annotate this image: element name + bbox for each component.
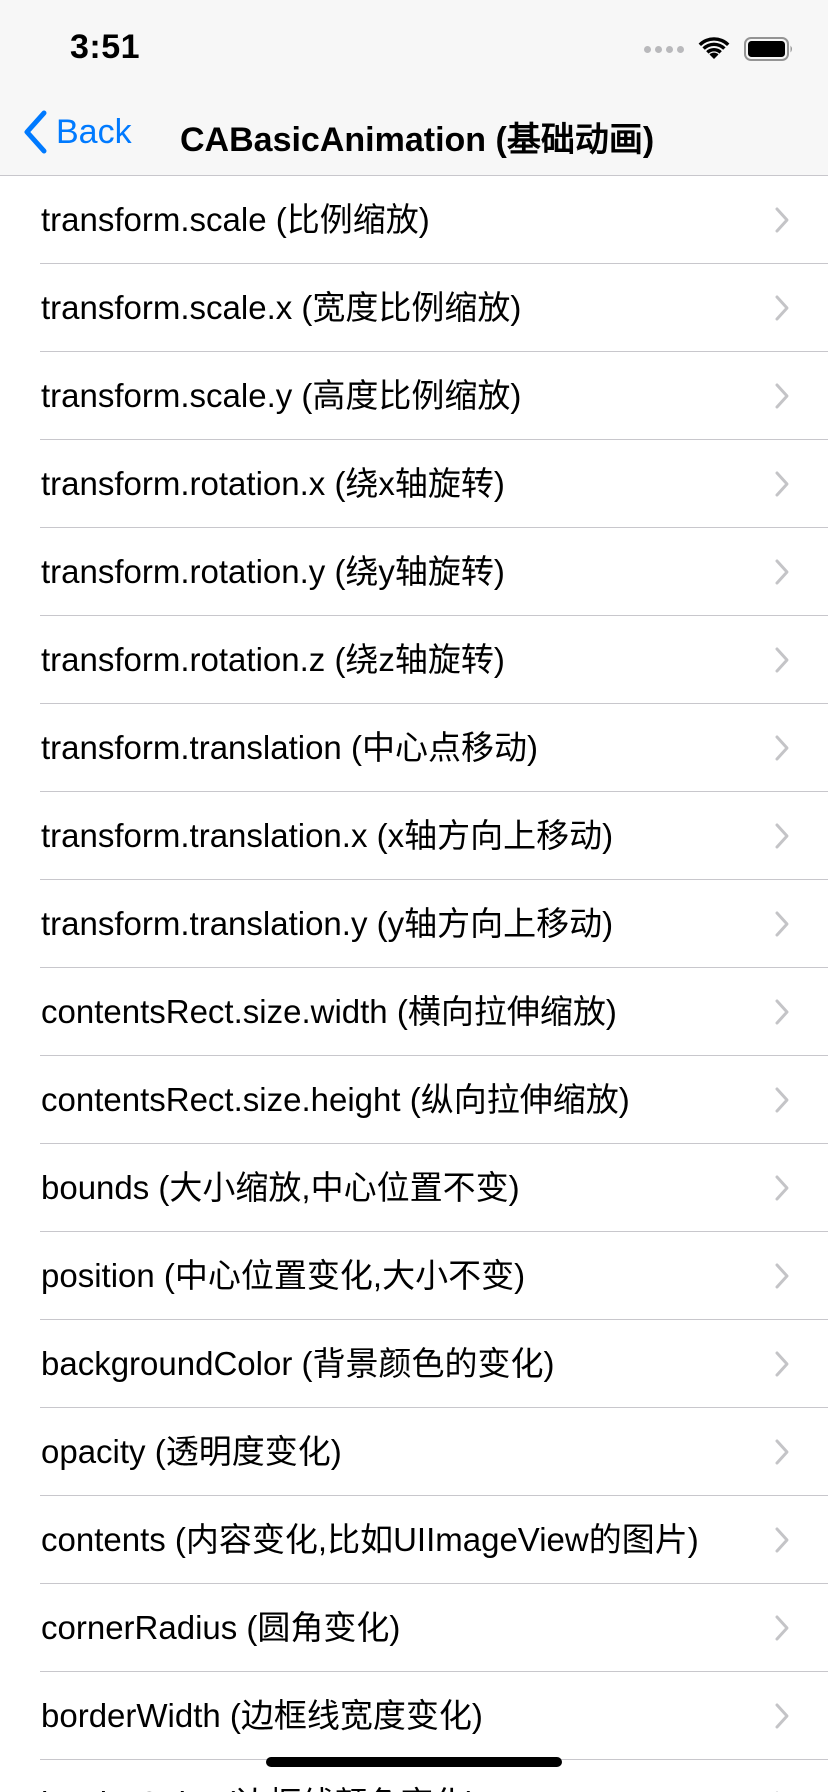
back-button[interactable]: Back	[22, 106, 132, 158]
chevron-left-icon	[24, 110, 47, 154]
list-item[interactable]: transform.scale (比例缩放)	[0, 176, 828, 264]
list-item[interactable]: transform.rotation.z (绕z轴旋转)	[0, 616, 828, 704]
chevron-right-icon	[775, 1439, 789, 1465]
list-item-label: transform.translation.x (x轴方向上移动)	[41, 817, 614, 854]
list-item-label: transform.scale.x (宽度比例缩放)	[41, 289, 522, 326]
list-item[interactable]: contents (内容变化,比如UIImageView的图片)	[0, 1496, 828, 1584]
status-time: 3:51	[70, 28, 141, 66]
chevron-right-icon	[775, 559, 789, 585]
list-item[interactable]: transform.translation (中心点移动)	[0, 704, 828, 792]
list-item-label: transform.scale.y (高度比例缩放)	[41, 377, 522, 414]
chevron-right-icon	[775, 1351, 789, 1377]
list-item[interactable]: contentsRect.size.height (纵向拉伸缩放)	[0, 1056, 828, 1144]
status-icons	[644, 34, 794, 64]
list-item[interactable]: transform.translation.x (x轴方向上移动)	[0, 792, 828, 880]
list-item[interactable]: contentsRect.size.width (横向拉伸缩放)	[0, 968, 828, 1056]
list-item-label: borderWidth (边框线宽度变化)	[41, 1697, 483, 1734]
chevron-right-icon	[775, 999, 789, 1025]
list-item-label: backgroundColor (背景颜色的变化)	[41, 1345, 555, 1382]
list-item-label: transform.rotation.x (绕x轴旋转)	[41, 465, 505, 502]
list-item-label: contentsRect.size.width (横向拉伸缩放)	[41, 993, 617, 1030]
chevron-right-icon	[775, 1615, 789, 1641]
signal-dots-icon	[644, 45, 684, 53]
chevron-right-icon	[775, 647, 789, 673]
wifi-icon	[698, 37, 730, 59]
list-item-label: cornerRadius (圆角变化)	[41, 1609, 401, 1646]
list-item-label: transform.rotation.y (绕y轴旋转)	[41, 553, 505, 590]
chevron-right-icon	[775, 471, 789, 497]
chevron-right-icon	[775, 1527, 789, 1553]
chevron-right-icon	[775, 1087, 789, 1113]
list-item-label: opacity (透明度变化)	[41, 1433, 342, 1470]
list-item-label: bounds (大小缩放,中心位置不变)	[41, 1169, 520, 1206]
list-item[interactable]: cornerRadius (圆角变化)	[0, 1584, 828, 1672]
chevron-right-icon	[775, 1703, 789, 1729]
chevron-right-icon	[775, 1263, 789, 1289]
chevron-right-icon	[775, 383, 789, 409]
list-item[interactable]: position (中心位置变化,大小不变)	[0, 1232, 828, 1320]
home-indicator[interactable]	[266, 1757, 562, 1767]
list-item-label: contentsRect.size.height (纵向拉伸缩放)	[41, 1081, 630, 1118]
list-item[interactable]: transform.translation.y (y轴方向上移动)	[0, 880, 828, 968]
battery-icon	[744, 37, 792, 61]
navigation-header: 3:51 Back CABasicAnimation (基础动画)	[0, 0, 828, 176]
list-item[interactable]: transform.rotation.y (绕y轴旋转)	[0, 528, 828, 616]
list-item[interactable]: transform.scale.x (宽度比例缩放)	[0, 264, 828, 352]
list-item-label: transform.translation (中心点移动)	[41, 729, 538, 766]
chevron-right-icon	[775, 207, 789, 233]
back-button-label: Back	[56, 112, 132, 151]
chevron-right-icon	[775, 911, 789, 937]
list-item[interactable]: opacity (透明度变化)	[0, 1408, 828, 1496]
chevron-right-icon	[775, 735, 789, 761]
list-item-label: contents (内容变化,比如UIImageView的图片)	[41, 1521, 699, 1558]
list-item-label: position (中心位置变化,大小不变)	[41, 1257, 526, 1294]
list-item-label: transform.rotation.z (绕z轴旋转)	[41, 641, 505, 678]
chevron-right-icon	[775, 295, 789, 321]
animation-list: transform.scale (比例缩放) transform.scale.x…	[0, 176, 828, 1792]
list-item[interactable]: bounds (大小缩放,中心位置不变)	[0, 1144, 828, 1232]
list-item[interactable]: transform.scale.y (高度比例缩放)	[0, 352, 828, 440]
list-item[interactable]: transform.rotation.x (绕x轴旋转)	[0, 440, 828, 528]
list-item[interactable]: backgroundColor (背景颜色的变化)	[0, 1320, 828, 1408]
screen: 3:51 Back CABasicAnimation (基础动画) transf…	[0, 0, 828, 1792]
list-item-label: transform.scale (比例缩放)	[41, 201, 430, 238]
chevron-right-icon	[775, 1175, 789, 1201]
list-item-label: transform.translation.y (y轴方向上移动)	[41, 905, 614, 942]
list-item[interactable]: borderWidth (边框线宽度变化)	[0, 1672, 828, 1760]
chevron-right-icon	[775, 823, 789, 849]
page-title: CABasicAnimation (基础动画)	[180, 121, 655, 159]
